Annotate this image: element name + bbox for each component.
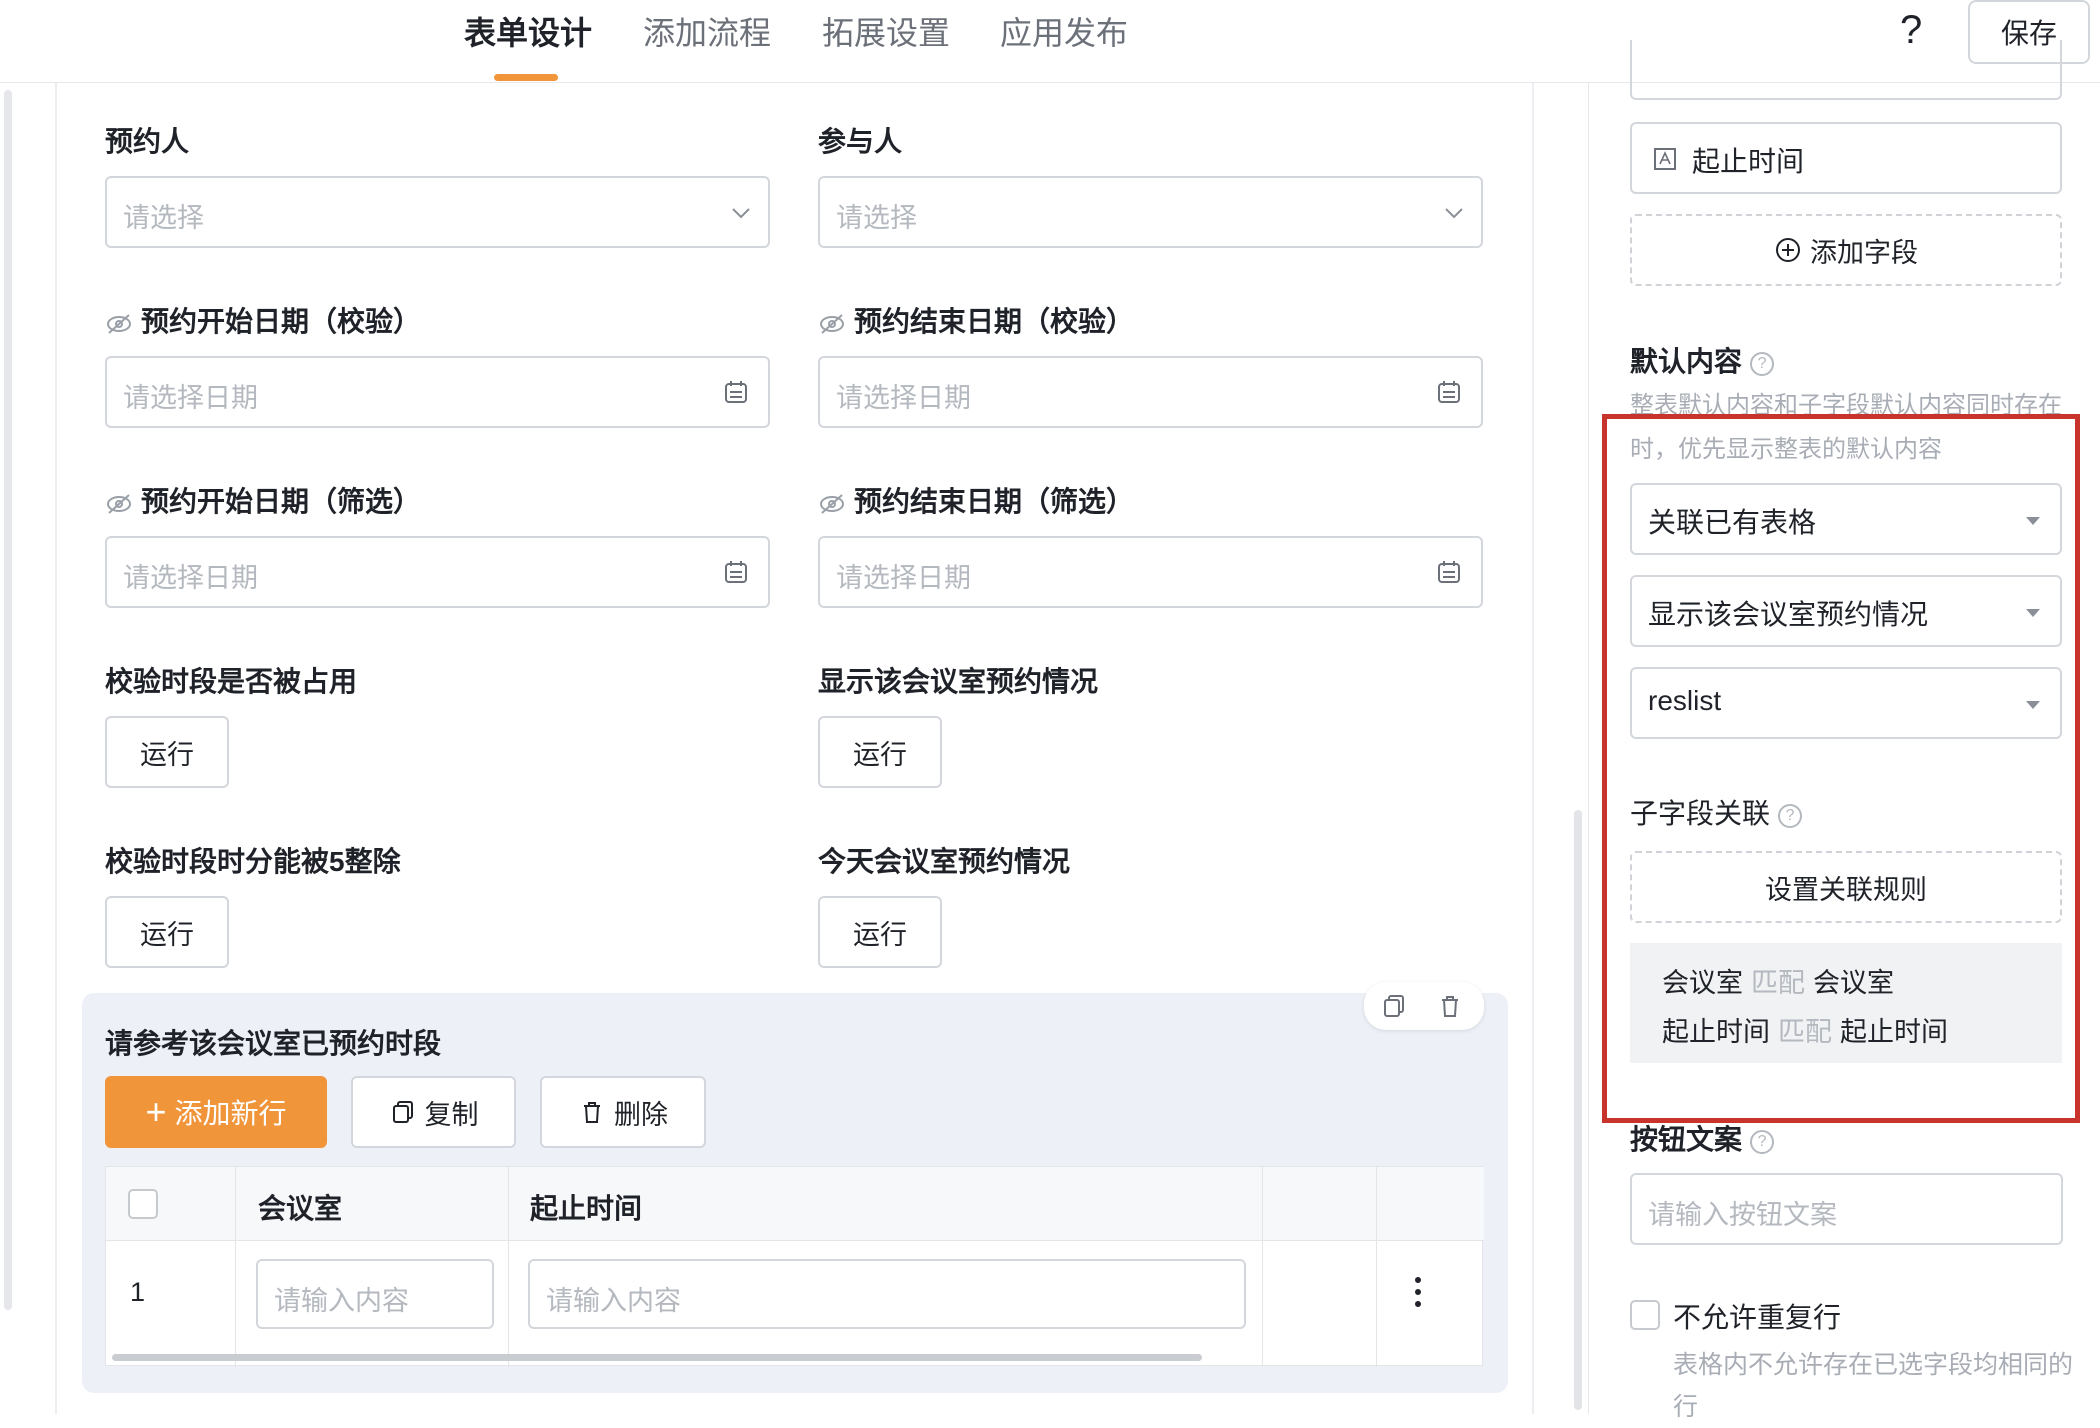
no-duplicate-checkbox[interactable] [1630,1300,1660,1330]
end-filter-label: 预约结束日期（筛选） [854,486,1135,517]
eye-hidden-icon [107,313,131,334]
end-check-placeholder: 请选择日期 [836,383,971,413]
start-filter-label-row: 预约开始日期（筛选） [105,480,421,520]
subtable-horizontal-scrollbar[interactable] [112,1354,1202,1361]
canvas-border-left [55,83,57,1414]
button-text-title: 按钮文案 [1630,1124,1743,1155]
add-field-label: 添加字段 [1810,237,1918,268]
eye-hidden-icon [820,313,844,334]
previous-field-item[interactable] [1630,40,2062,100]
default-content-title: 默认内容 [1630,346,1743,377]
room-cell-input[interactable]: 请输入内容 [256,1259,494,1329]
right-panel-divider [1588,83,1589,1414]
calendar-icon [1438,381,1460,403]
subtable-title: 请参考该会议室已预约时段 [105,1028,442,1059]
column-header-time: 起止时间 [530,1193,643,1224]
booker-label: 预约人 [105,126,190,157]
end-check-label: 预约结束日期（校验） [854,306,1135,337]
start-check-placeholder: 请选择日期 [123,383,258,413]
start-filter-placeholder: 请选择日期 [123,563,258,593]
plus-circle-icon [1776,238,1800,262]
participants-label: 参与人 [818,126,903,157]
copy-rows-button[interactable]: 复制 [351,1076,516,1148]
canvas-scrollbar[interactable] [1574,810,1582,1410]
show-room-booking-label: 显示该会议室预约情况 [818,666,1099,697]
more-vertical-icon[interactable] [1412,1275,1424,1309]
no-duplicate-help: 表格内不允许存在已选字段均相同的行 [1673,1351,2074,1421]
copy-label: 复制 [424,1099,479,1130]
no-duplicate-label: 不允许重复行 [1673,1302,1842,1333]
calendar-icon [725,381,747,403]
eye-hidden-icon [107,493,131,514]
end-check-date-input[interactable]: 请选择日期 [818,356,1483,428]
show-room-booking-run-button[interactable]: 运行 [818,716,942,788]
delete-label: 删除 [614,1099,668,1130]
text-field-icon [1654,148,1676,170]
button-text-input[interactable]: 请输入按钮文案 [1630,1173,2063,1245]
question-circle-icon[interactable]: ? [1750,1129,1775,1154]
active-tab-indicator [494,74,558,81]
calendar-icon [1438,561,1460,583]
start-check-label-row: 预约开始日期（校验） [105,300,421,340]
copy-icon[interactable] [1380,992,1408,1020]
field-item-time-range[interactable]: 起止时间 [1630,122,2062,194]
today-booking-label: 今天会议室预约情况 [818,846,1071,877]
select-all-checkbox[interactable] [128,1189,158,1219]
today-booking-run-button[interactable]: 运行 [818,896,942,968]
participants-select[interactable]: 请选择 [818,176,1483,248]
booker-select[interactable]: 请选择 [105,176,770,248]
highlight-frame [1602,414,2080,1123]
chevron-down-icon [1445,208,1463,219]
time-cell-placeholder: 请输入内容 [546,1286,681,1316]
left-scrollbar[interactable] [4,90,12,1310]
delete-rows-button[interactable]: 删除 [540,1076,706,1148]
field-item-label: 起止时间 [1692,146,1805,177]
room-cell-placeholder: 请输入内容 [274,1286,409,1316]
end-filter-date-input[interactable]: 请选择日期 [818,536,1483,608]
tab-app-publish[interactable]: 应用发布 [1000,8,1128,54]
chevron-down-icon [732,208,750,219]
column-header-room: 会议室 [258,1193,343,1224]
question-circle-icon[interactable]: ? [1750,351,1775,376]
start-check-label: 预约开始日期（校验） [141,306,422,337]
check-occupied-label: 校验时段是否被占用 [105,666,358,697]
end-filter-label-row: 预约结束日期（筛选） [818,480,1134,520]
trash-icon [584,1102,600,1123]
copy-icon [392,1101,413,1123]
plus-icon: + [145,1091,167,1132]
trash-icon[interactable] [1436,992,1464,1020]
time-cell-input[interactable]: 请输入内容 [528,1259,1246,1329]
button-text-title-row: 按钮文案? [1630,1118,1775,1158]
add-row-label: 添加新行 [174,1098,287,1129]
canvas-border-right [1532,83,1534,1414]
check-occupied-run-button[interactable]: 运行 [105,716,229,788]
tab-extend-settings[interactable]: 拓展设置 [822,8,950,54]
booker-placeholder: 请选择 [123,203,204,233]
add-field-button[interactable]: 添加字段 [1630,214,2062,286]
check-divisible-label: 校验时段时分能被5整除 [105,846,401,877]
start-filter-label: 预约开始日期（筛选） [141,486,422,517]
add-row-button[interactable]: + 添加新行 [105,1076,327,1148]
tab-form-design[interactable]: 表单设计 [464,8,592,54]
eye-hidden-icon [820,493,844,514]
row-index: 1 [130,1277,146,1307]
calendar-icon [725,561,747,583]
subtable: 会议室 起止时间 1 请输入内容 请输入内容 [105,1166,1484,1367]
table-row: 1 请输入内容 请输入内容 [106,1241,1484,1351]
end-check-label-row: 预约结束日期（校验） [818,300,1134,340]
subtable-card-tools [1364,982,1484,1030]
check-divisible-run-button[interactable]: 运行 [105,896,229,968]
end-filter-placeholder: 请选择日期 [836,563,971,593]
start-filter-date-input[interactable]: 请选择日期 [105,536,770,608]
tab-add-process[interactable]: 添加流程 [643,8,771,54]
participants-placeholder: 请选择 [836,203,917,233]
default-content-title-row: 默认内容? [1630,340,1775,380]
start-check-date-input[interactable]: 请选择日期 [105,356,770,428]
button-text-placeholder: 请输入按钮文案 [1648,1200,1837,1230]
